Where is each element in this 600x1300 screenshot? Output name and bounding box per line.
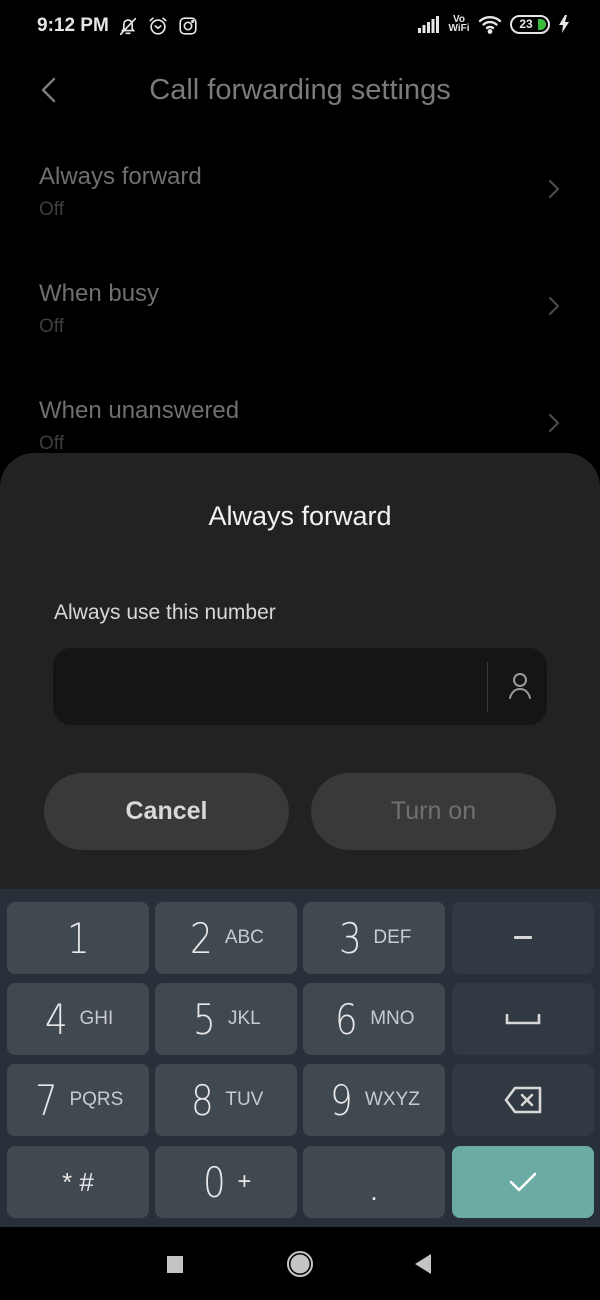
- list-item-always-forward[interactable]: Always forward Off: [0, 163, 600, 273]
- dash-icon: [514, 936, 532, 939]
- chevron-right-icon: [548, 296, 560, 316]
- cell-signal-icon: [418, 15, 440, 33]
- list-item-status: Off: [39, 199, 64, 220]
- list-item-title: Always forward: [39, 163, 202, 190]
- turn-on-button[interactable]: Turn on: [311, 773, 556, 850]
- back-triangle-icon: [415, 1254, 431, 1274]
- key-8[interactable]: 8 TUV: [155, 1064, 297, 1136]
- status-system-icons: Vo WiFi 23: [418, 14, 570, 34]
- list-item-when-busy[interactable]: When busy Off: [0, 280, 600, 390]
- list-item-title: When unanswered: [39, 397, 240, 424]
- charging-bolt-icon: [558, 15, 570, 33]
- key-dash[interactable]: [452, 902, 594, 974]
- vowifi-indicator: Vo WiFi: [448, 14, 470, 34]
- home-circle-icon: [287, 1251, 313, 1277]
- list-item-status: Off: [39, 316, 64, 337]
- always-forward-dialog: Always forward Always use this number Ca…: [0, 453, 600, 913]
- field-label: Always use this number: [54, 601, 276, 624]
- key-9[interactable]: 9 WXYZ: [303, 1064, 445, 1136]
- key-3[interactable]: 3 DEF: [303, 902, 445, 974]
- key-6[interactable]: 6 MNO: [303, 983, 445, 1055]
- key-4[interactable]: 4 GHI: [7, 983, 149, 1055]
- recents-square-icon: [167, 1256, 183, 1273]
- list-item-status: Off: [39, 433, 64, 454]
- key-dot[interactable]: .: [303, 1146, 445, 1218]
- dialog-title: Always forward: [208, 501, 392, 531]
- key-backspace[interactable]: [452, 1064, 594, 1136]
- key-2[interactable]: 2 ABC: [155, 902, 297, 974]
- forward-number-field: [53, 648, 547, 725]
- key-5[interactable]: 5 JKL: [155, 983, 297, 1055]
- back-nav-button[interactable]: [408, 1249, 438, 1279]
- alarm-icon: [147, 15, 169, 42]
- home-button[interactable]: [285, 1249, 315, 1279]
- chevron-right-icon: [548, 179, 560, 199]
- battery-indicator: 23: [510, 14, 550, 34]
- backspace-icon: [504, 1086, 542, 1114]
- chevron-right-icon: [548, 413, 560, 433]
- key-7[interactable]: 7 PQRS: [7, 1064, 149, 1136]
- key-1[interactable]: 1: [7, 902, 149, 974]
- status-bar: 9:12 PM Vo WiFi 23: [0, 0, 600, 56]
- status-notification-icons: [117, 15, 199, 42]
- cancel-button[interactable]: Cancel: [44, 773, 289, 850]
- checkmark-icon: [509, 1172, 537, 1192]
- person-icon: [509, 673, 531, 699]
- numeric-keypad: 1 2 ABC 3 DEF 4 GHI 5 JKL 6 MNO 7 PQRS 8…: [0, 889, 600, 1227]
- instagram-icon: [177, 15, 199, 42]
- list-item-title: When busy: [39, 280, 160, 307]
- pick-contact-button[interactable]: [503, 668, 537, 704]
- key-0[interactable]: 0 +: [155, 1146, 297, 1218]
- wifi-icon: [478, 14, 502, 34]
- key-confirm[interactable]: [452, 1146, 594, 1218]
- key-space[interactable]: [452, 983, 594, 1055]
- system-nav-bar: [0, 1227, 600, 1300]
- key-star-hash[interactable]: * #: [7, 1146, 149, 1218]
- page-header: Call forwarding settings: [0, 60, 600, 124]
- status-time: 9:12 PM: [37, 15, 109, 36]
- forward-number-input[interactable]: [71, 648, 471, 725]
- input-divider: [487, 662, 488, 712]
- bell-off-icon: [117, 15, 139, 42]
- page-title: Call forwarding settings: [149, 74, 451, 106]
- space-icon: [505, 1014, 541, 1025]
- recents-button[interactable]: [160, 1249, 190, 1279]
- battery-fill: [538, 18, 546, 30]
